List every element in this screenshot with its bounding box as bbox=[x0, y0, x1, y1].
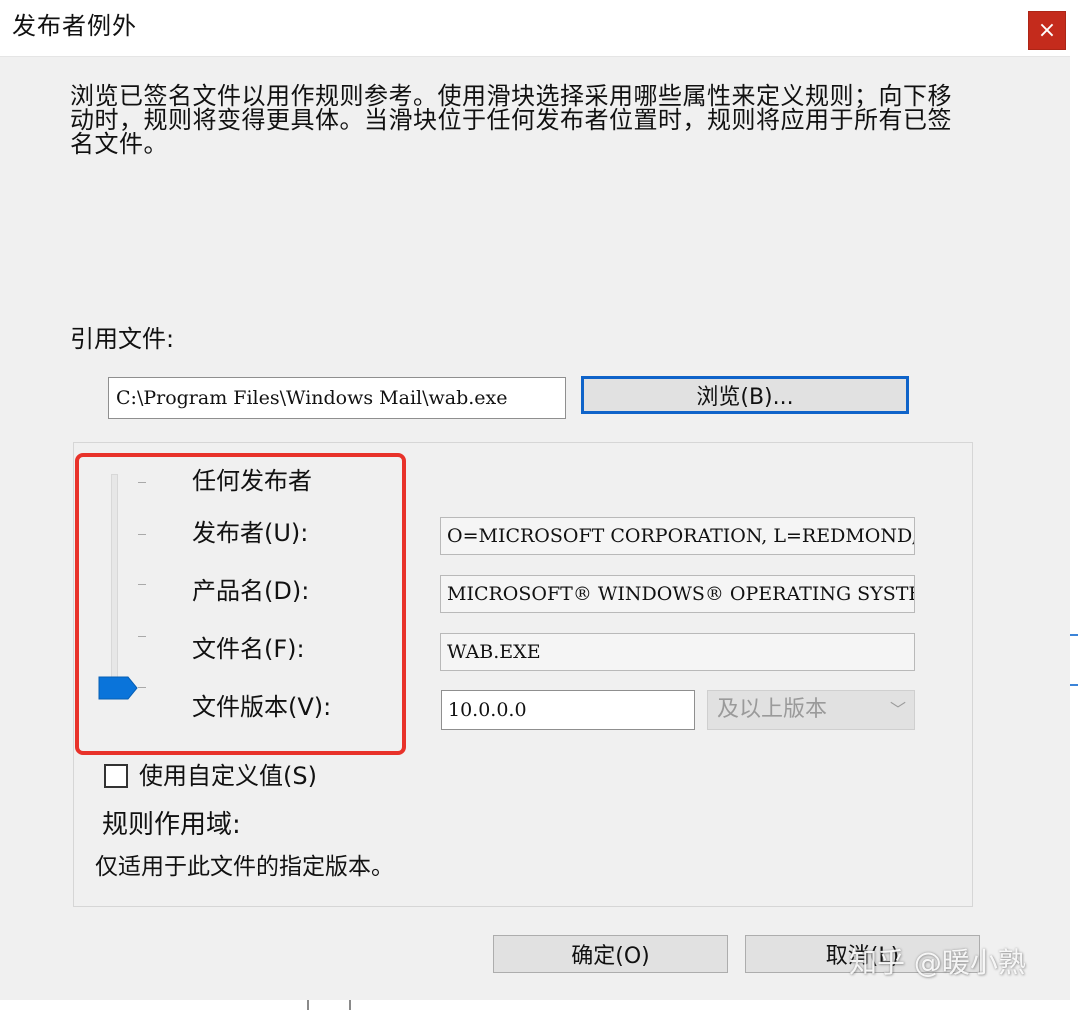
custom-value-checkbox[interactable] bbox=[104, 764, 128, 788]
custom-value-label[interactable]: 使用自定义值(S) bbox=[139, 760, 317, 792]
slider-tick bbox=[138, 534, 146, 535]
publisher-field: O=MICROSOFT CORPORATION, L=REDMOND, S=W bbox=[440, 517, 915, 555]
slider-tick bbox=[138, 636, 146, 637]
window-title: 发布者例外 bbox=[12, 12, 137, 40]
browse-button[interactable]: 浏览(B)... bbox=[581, 376, 909, 414]
product-field: MICROSOFT® WINDOWS® OPERATING SYSTEM bbox=[440, 575, 915, 613]
rule-scope-text: 仅适用于此文件的指定版本。 bbox=[95, 854, 394, 880]
level-product: 产品名(D): bbox=[192, 577, 310, 605]
reference-file-label: 引用文件: bbox=[70, 325, 175, 353]
background-divider bbox=[307, 1000, 309, 1010]
dialog-description: 浏览已签名文件以用作规则参考。使用滑块选择采用哪些属性来定义规则；向下移动时，规… bbox=[70, 82, 952, 158]
level-any-publisher: 任何发布者 bbox=[192, 467, 312, 495]
specificity-slider[interactable] bbox=[111, 474, 118, 693]
background-window-accent bbox=[1070, 634, 1078, 686]
slider-tick bbox=[138, 584, 146, 585]
background-window-edge bbox=[1070, 0, 1078, 1010]
level-file-name: 文件名(F): bbox=[192, 635, 305, 663]
file-name-field: WAB.EXE bbox=[440, 633, 915, 671]
level-publisher: 发布者(U): bbox=[192, 519, 309, 547]
background-window-bottom bbox=[0, 1000, 1070, 1010]
title-bar: 发布者例外 × bbox=[0, 0, 1070, 57]
slider-thumb-icon[interactable] bbox=[98, 676, 138, 700]
file-version-input[interactable]: 10.0.0.0 bbox=[441, 690, 695, 730]
version-comparison-select[interactable]: 及以上版本 ﹀ bbox=[707, 690, 915, 730]
version-comparison-value: 及以上版本 bbox=[717, 697, 828, 722]
rule-scope-label: 规则作用域: bbox=[102, 810, 241, 840]
close-button[interactable]: × bbox=[1028, 11, 1066, 50]
reference-file-path: C:\Program Files\Windows Mail\wab.exe bbox=[108, 377, 566, 419]
slider-tick bbox=[138, 482, 146, 483]
ok-button[interactable]: 确定(O) bbox=[493, 935, 728, 973]
level-file-version: 文件版本(V): bbox=[192, 693, 332, 721]
cancel-button[interactable]: 取消(L) bbox=[745, 935, 980, 973]
chevron-down-icon: ﹀ bbox=[889, 700, 906, 719]
slider-tick bbox=[138, 687, 146, 688]
close-icon: × bbox=[1037, 18, 1057, 43]
background-divider bbox=[349, 1000, 351, 1010]
